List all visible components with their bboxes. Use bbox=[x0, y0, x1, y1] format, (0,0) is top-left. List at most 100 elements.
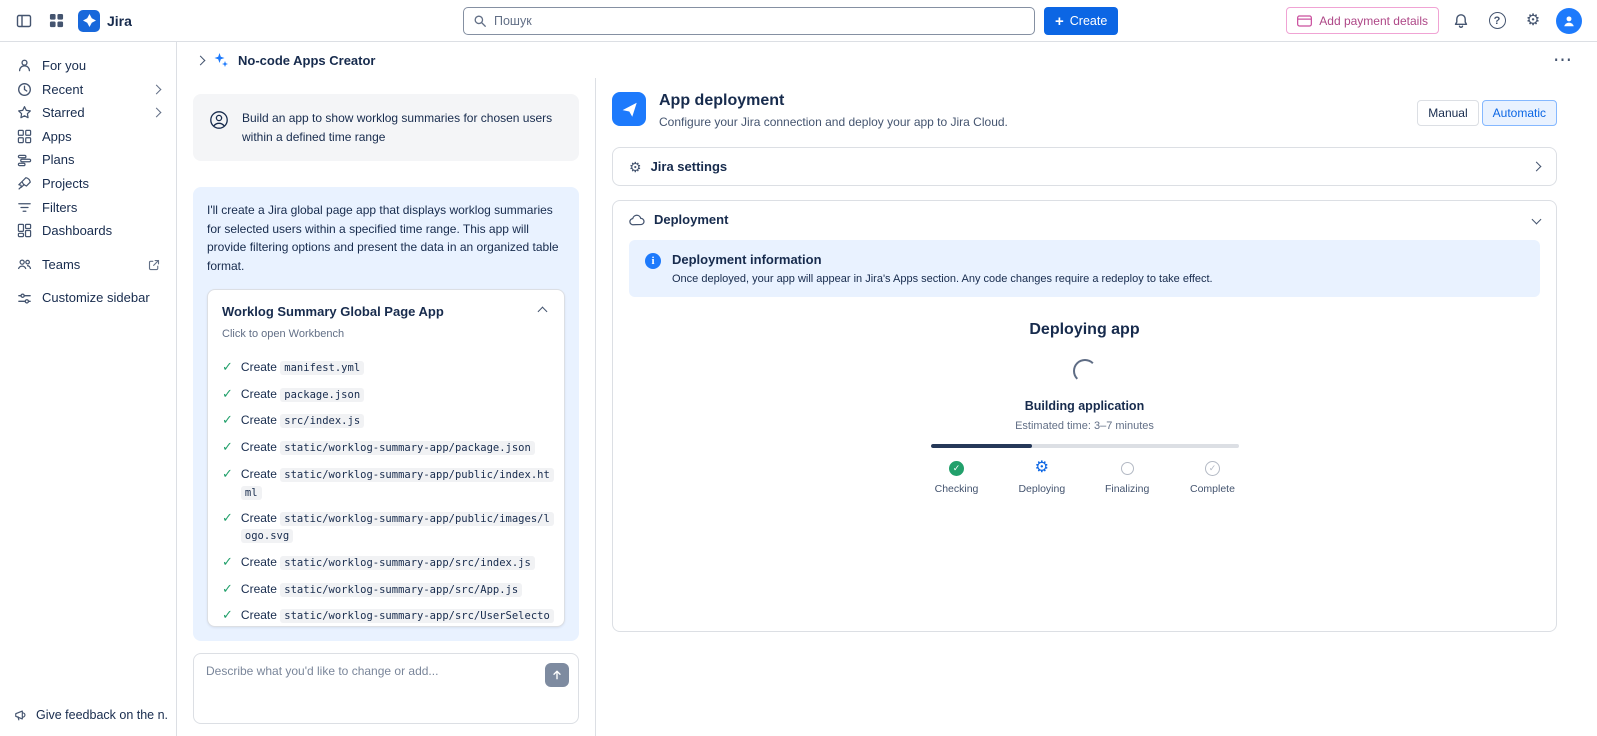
chevron-down-icon[interactable] bbox=[1532, 215, 1542, 225]
more-options-icon[interactable]: ⋯ bbox=[1553, 51, 1573, 70]
external-link-icon bbox=[148, 259, 160, 271]
mode-automatic-button[interactable]: Automatic bbox=[1482, 100, 1557, 126]
info-icon: i bbox=[645, 253, 661, 269]
sidebar-item-customize[interactable]: Customize sidebar bbox=[8, 286, 168, 310]
search-icon bbox=[473, 14, 487, 28]
deployment-info-banner: i Deployment information Once deployed, … bbox=[629, 240, 1540, 297]
check-icon: ✓ bbox=[222, 438, 233, 457]
loading-spinner-icon bbox=[1073, 359, 1097, 383]
step-complete: ✓ Complete bbox=[1179, 460, 1245, 495]
step-active-gear-icon: ⚙ bbox=[1035, 460, 1049, 476]
sidebar-item-recent[interactable]: Recent bbox=[8, 78, 168, 102]
task-file: package.json bbox=[280, 388, 364, 402]
mode-manual-button[interactable]: Manual bbox=[1417, 100, 1478, 126]
chat-input-field[interactable] bbox=[206, 664, 534, 710]
sidebar-item-plans[interactable]: Plans bbox=[8, 148, 168, 172]
deploy-estimate-label: Estimated time: 3–7 minutes bbox=[1015, 420, 1154, 432]
step-label: Complete bbox=[1190, 483, 1235, 495]
chat-input-box[interactable] bbox=[193, 653, 579, 724]
deploy-status: Deploying app Building application Estim… bbox=[629, 297, 1540, 505]
task-action: Create bbox=[241, 387, 277, 401]
sparkle-icon bbox=[213, 52, 229, 68]
task-action: Create bbox=[241, 608, 277, 622]
jira-logo[interactable]: Jira bbox=[78, 10, 132, 32]
sidebar-item-label: Dashboards bbox=[42, 223, 112, 239]
add-payment-button[interactable]: Add payment details bbox=[1286, 7, 1439, 34]
sidebar-item-filters[interactable]: Filters bbox=[8, 196, 168, 220]
check-icon: ✓ bbox=[222, 509, 233, 528]
task-row: ✓ Create package.json bbox=[222, 386, 550, 404]
assistant-message-block: I'll create a Jira global page app that … bbox=[193, 187, 579, 641]
apps-grid-icon bbox=[16, 129, 32, 144]
jira-logo-icon bbox=[78, 10, 100, 32]
task-row: ✓Create static/worklog-summary-app/publi… bbox=[222, 466, 550, 501]
search-box[interactable] bbox=[463, 7, 1035, 35]
sidebar-item-label: Recent bbox=[42, 82, 83, 98]
user-avatar[interactable] bbox=[1555, 7, 1583, 35]
give-feedback-link[interactable]: Give feedback on the n... bbox=[8, 704, 168, 726]
jira-settings-header[interactable]: ⚙ Jira settings bbox=[613, 148, 1556, 185]
task-row: ✓Create static/worklog-summary-app/src/A… bbox=[222, 581, 550, 599]
filter-icon bbox=[16, 200, 32, 215]
sidebar-item-apps[interactable]: Apps bbox=[8, 125, 168, 149]
deployment-subtitle: Configure your Jira connection and deplo… bbox=[659, 115, 1008, 129]
sidebar-item-teams[interactable]: Teams bbox=[8, 253, 168, 277]
deployment-section-header[interactable]: Deployment bbox=[613, 201, 1556, 238]
sidebar-item-label: Plans bbox=[42, 152, 75, 168]
create-button-label: Create bbox=[1070, 14, 1108, 28]
task-action: Create bbox=[241, 360, 277, 374]
step-done-check-icon: ✓ bbox=[949, 461, 964, 476]
paper-plane-icon bbox=[612, 92, 646, 126]
collapse-chevron-icon[interactable] bbox=[538, 306, 548, 316]
expand-chevron-icon[interactable] bbox=[196, 55, 206, 65]
task-action: Create bbox=[241, 467, 277, 481]
deployment-section: Deployment i Deployment information Once… bbox=[612, 200, 1557, 632]
sidebar-toggle-icon[interactable] bbox=[10, 7, 38, 35]
settings-gear-icon[interactable]: ⚙ bbox=[1519, 7, 1547, 35]
sidebar-item-for-you[interactable]: For you bbox=[8, 54, 168, 78]
deploy-stage-label: Building application bbox=[1025, 399, 1144, 413]
check-icon: ✓ bbox=[222, 385, 233, 404]
send-button[interactable] bbox=[545, 663, 569, 687]
megaphone-icon bbox=[14, 708, 28, 722]
workbench-card[interactable]: Worklog Summary Global Page App Click to… bbox=[207, 289, 565, 627]
sidebar-item-label: Starred bbox=[42, 105, 85, 121]
workbench-subtitle: Click to open Workbench bbox=[222, 326, 444, 343]
sidebar-item-starred[interactable]: Starred bbox=[8, 101, 168, 125]
app-switcher-icon[interactable] bbox=[42, 7, 70, 35]
task-action: Create bbox=[241, 511, 277, 525]
notifications-bell-icon[interactable] bbox=[1447, 7, 1475, 35]
sidebar-item-dashboards[interactable]: Dashboards bbox=[8, 219, 168, 243]
credit-card-icon bbox=[1297, 15, 1312, 27]
deployment-section-title: Deployment bbox=[654, 212, 728, 227]
create-button[interactable]: + Create bbox=[1044, 7, 1118, 35]
deployment-title: App deployment bbox=[659, 92, 1008, 110]
plus-icon: + bbox=[1055, 14, 1064, 29]
creator-header: No-code Apps Creator ⋯ bbox=[177, 42, 1597, 78]
app-body: For you Recent Starred Apps Pl bbox=[0, 42, 1597, 736]
step-label: Deploying bbox=[1018, 483, 1065, 495]
topbar: Jira + Create Add payment details ? bbox=[0, 0, 1597, 42]
workbench-card-header[interactable]: Worklog Summary Global Page App Click to… bbox=[208, 290, 564, 353]
task-row: ✓Create static/worklog-summary-app/publi… bbox=[222, 510, 550, 545]
workbench-title: Worklog Summary Global Page App bbox=[222, 302, 444, 322]
plans-timeline-icon bbox=[16, 153, 32, 168]
info-body: Once deployed, your app will appear in J… bbox=[672, 273, 1213, 285]
task-file: static/worklog-summary-app/src/index.js bbox=[280, 556, 535, 570]
help-icon[interactable]: ? bbox=[1483, 7, 1511, 35]
task-file: static/worklog-summary-app/public/images… bbox=[241, 512, 554, 543]
sidebar-item-projects[interactable]: Projects bbox=[8, 172, 168, 196]
step-checking: ✓ Checking bbox=[924, 460, 990, 495]
check-icon: ✓ bbox=[222, 465, 233, 484]
task-file: static/worklog-summary-app/public/index.… bbox=[241, 468, 554, 499]
user-circle-icon bbox=[209, 110, 229, 146]
sidebar-item-label: Teams bbox=[42, 257, 80, 273]
step-label: Checking bbox=[935, 483, 979, 495]
task-action: Create bbox=[241, 440, 277, 454]
check-icon: ✓ bbox=[222, 553, 233, 572]
progress-bar bbox=[931, 444, 1239, 448]
main-area: No-code Apps Creator ⋯ Build an app to s… bbox=[177, 42, 1597, 736]
chevron-right-icon[interactable] bbox=[1532, 162, 1542, 172]
search-input[interactable] bbox=[494, 14, 1025, 28]
step-deploying: ⚙ Deploying bbox=[1009, 460, 1075, 495]
